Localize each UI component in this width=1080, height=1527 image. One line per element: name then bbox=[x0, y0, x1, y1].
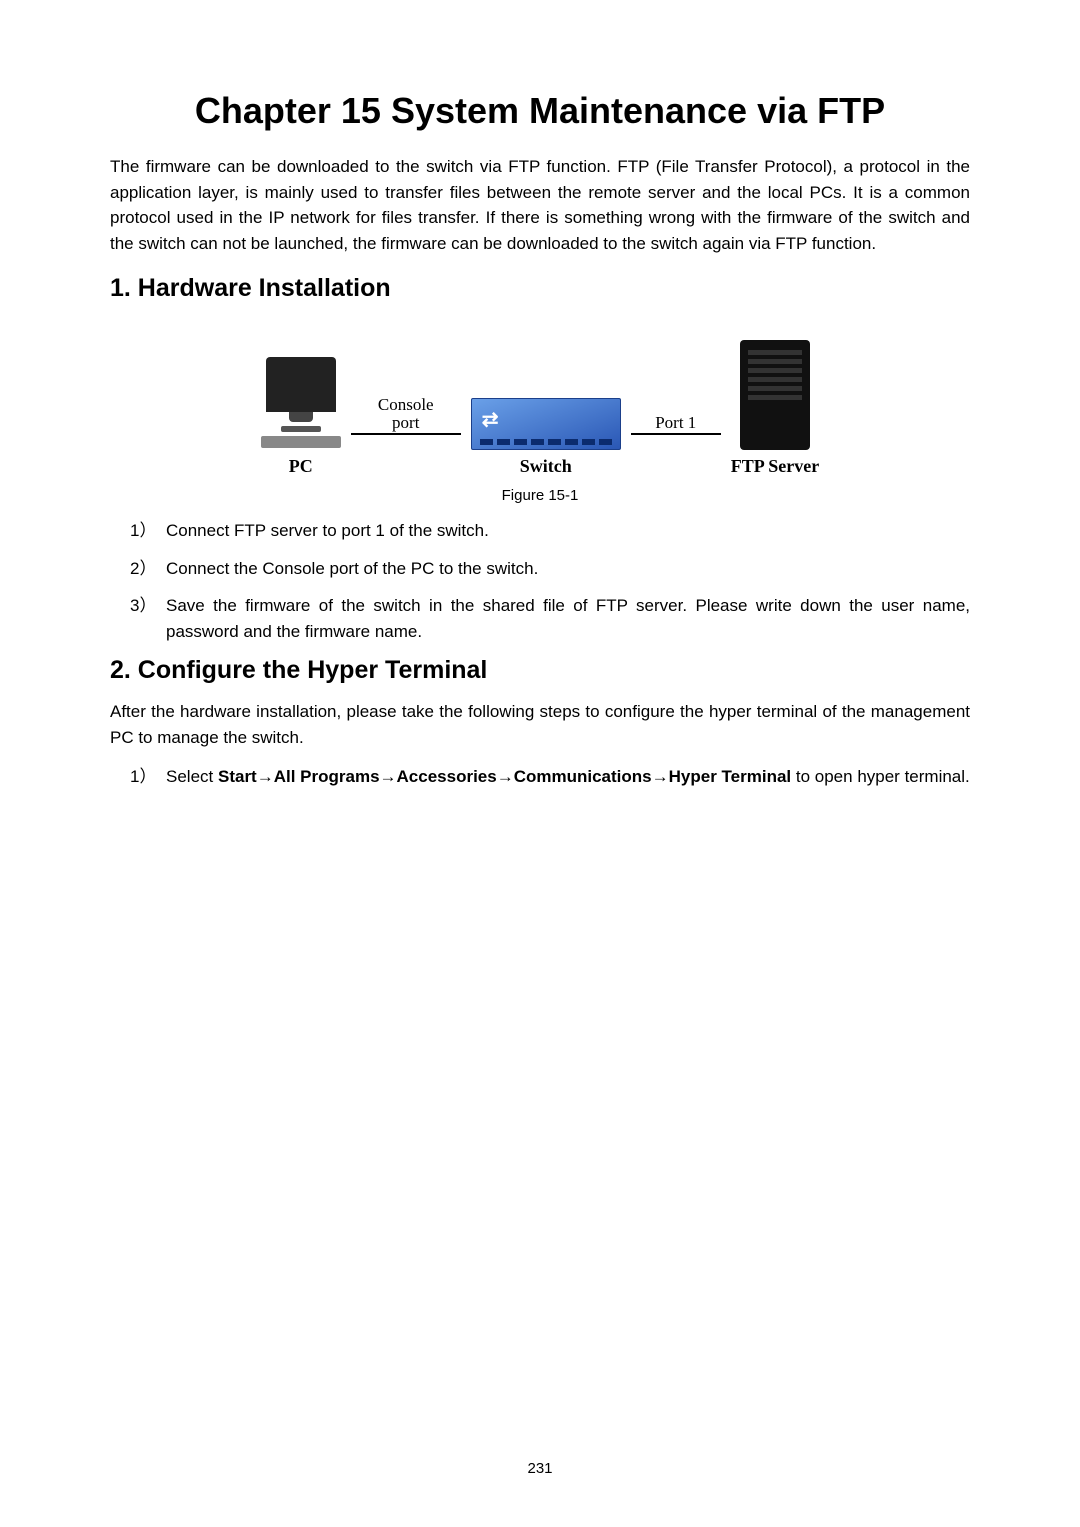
list-item: 3） Save the firmware of the switch in th… bbox=[166, 593, 970, 644]
hardware-diagram: PC Console port ⇄ Switch Port 1 FTP Serv… bbox=[110, 317, 970, 477]
section2-intro: After the hardware installation, please … bbox=[110, 699, 970, 750]
keyboard-icon bbox=[261, 436, 341, 448]
monitor-icon bbox=[266, 357, 336, 412]
step-number: 1） bbox=[130, 518, 156, 544]
step-text: Connect FTP server to port 1 of the swit… bbox=[166, 521, 489, 540]
console-cable-area: Console port bbox=[341, 396, 471, 477]
ftp-server-label: FTP Server bbox=[731, 456, 819, 477]
menu-path-communications: Communications bbox=[514, 767, 652, 786]
figure-caption: Figure 15-1 bbox=[110, 487, 970, 504]
step-text: Save the firmware of the switch in the s… bbox=[166, 596, 970, 641]
arrow-icon: → bbox=[257, 767, 274, 786]
section2-heading: 2. Configure the Hyper Terminal bbox=[110, 656, 970, 685]
step-number: 3） bbox=[130, 593, 156, 619]
step-text-suffix: to open hyper terminal. bbox=[796, 767, 970, 786]
cable-line-icon bbox=[631, 433, 721, 435]
port1-cable-area: Port 1 bbox=[621, 414, 731, 477]
page-number: 231 bbox=[527, 1460, 552, 1477]
step-text-prefix: Select bbox=[166, 767, 218, 786]
pc-label: PC bbox=[289, 456, 313, 477]
step-number: 2） bbox=[130, 556, 156, 582]
chapter-title: Chapter 15 System Maintenance via FTP bbox=[110, 90, 970, 132]
switch-arrows-icon: ⇄ bbox=[482, 407, 499, 432]
server-icon bbox=[740, 340, 810, 450]
ftp-server-block: FTP Server bbox=[731, 340, 819, 477]
intro-paragraph: The firmware can be downloaded to the sw… bbox=[110, 154, 970, 256]
menu-path-start: Start bbox=[218, 767, 257, 786]
monitor-stand-icon bbox=[281, 426, 321, 432]
arrow-icon: → bbox=[380, 767, 397, 786]
section1-heading: 1. Hardware Installation bbox=[110, 274, 970, 303]
list-item: 1） Select Start→All Programs→Accessories… bbox=[166, 764, 970, 790]
menu-path-accessories: Accessories bbox=[397, 767, 497, 786]
console-port-label-line2: port bbox=[392, 414, 419, 433]
switch-block: ⇄ Switch bbox=[471, 398, 621, 477]
menu-path-hyper-terminal: Hyper Terminal bbox=[669, 767, 792, 786]
step-text: Connect the Console port of the PC to th… bbox=[166, 559, 538, 578]
switch-ports-icon bbox=[480, 439, 612, 445]
list-item: 1） Connect FTP server to port 1 of the s… bbox=[166, 518, 970, 544]
cable-line-icon bbox=[351, 433, 461, 435]
list-item: 2） Connect the Console port of the PC to… bbox=[166, 556, 970, 582]
switch-icon: ⇄ bbox=[471, 398, 621, 450]
port1-label: Port 1 bbox=[655, 414, 696, 433]
pc-block: PC bbox=[261, 357, 341, 477]
section2-steps: 1） Select Start→All Programs→Accessories… bbox=[110, 764, 970, 790]
menu-path-all-programs: All Programs bbox=[274, 767, 380, 786]
arrow-icon: → bbox=[497, 767, 514, 786]
console-port-label-line1: Console bbox=[378, 396, 434, 415]
arrow-icon: → bbox=[652, 767, 669, 786]
section1-steps: 1） Connect FTP server to port 1 of the s… bbox=[110, 518, 970, 644]
switch-label: Switch bbox=[520, 456, 572, 477]
step-number: 1） bbox=[130, 764, 156, 790]
